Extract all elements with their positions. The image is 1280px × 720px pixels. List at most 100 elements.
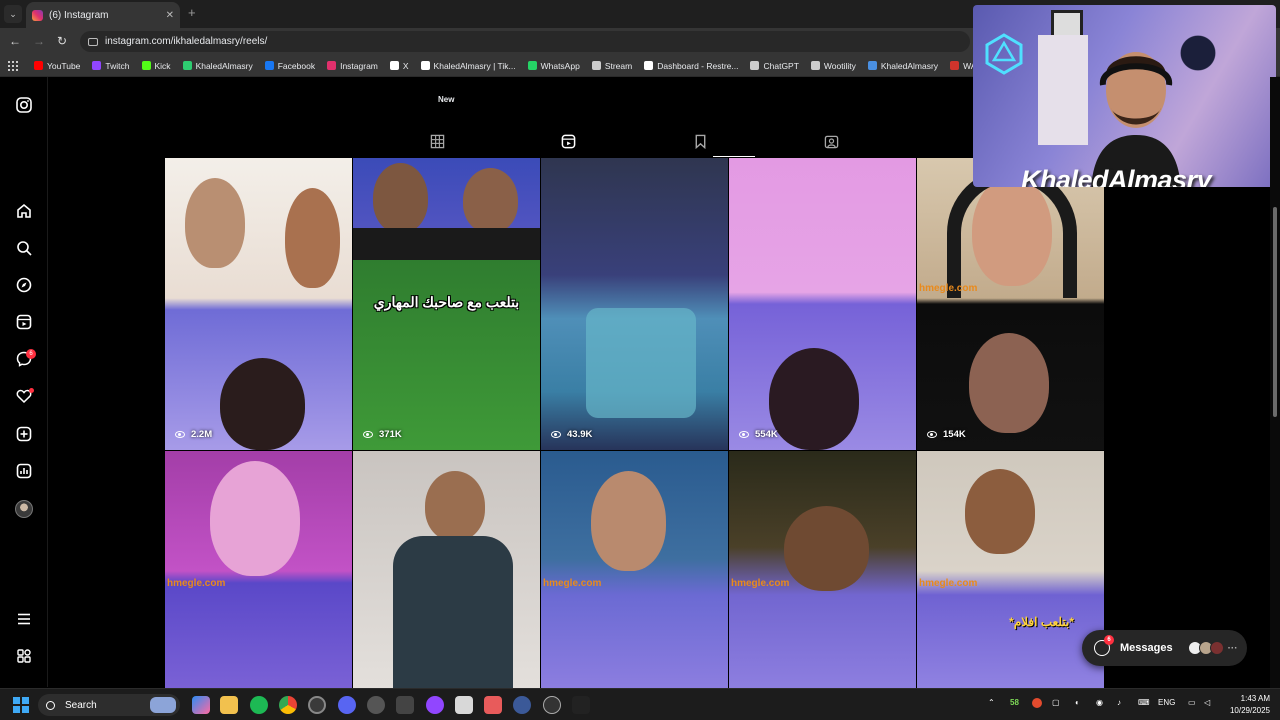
browser-tab-active[interactable]: (6) Instagram ✕ bbox=[26, 2, 180, 28]
discord-icon[interactable] bbox=[338, 696, 356, 714]
bookmark-chatgpt[interactable]: ChatGPT bbox=[750, 60, 799, 71]
bookmark-favicon-icon bbox=[527, 61, 537, 70]
bookmark-youtube[interactable]: YouTube bbox=[34, 61, 80, 71]
messages-button[interactable]: 6 Messages ··· bbox=[1082, 630, 1247, 666]
tray-app-icon[interactable]: ◐ bbox=[1075, 698, 1080, 707]
back-button[interactable]: ← bbox=[9, 34, 21, 48]
bookmark-favicon-icon bbox=[264, 61, 274, 70]
tray-mic-icon[interactable]: ♪ bbox=[1117, 698, 1121, 707]
omegle-watermark: hmegle.com bbox=[167, 578, 226, 589]
reels-icon[interactable] bbox=[16, 314, 32, 330]
active-tab-indicator bbox=[713, 156, 755, 157]
tab-search-button[interactable]: ⌄ bbox=[4, 5, 22, 23]
bookmark-khaledalmasry-tik[interactable]: KhaledAlmasry | Tik... bbox=[420, 61, 516, 71]
tray-discord-icon[interactable]: ◉ bbox=[1096, 698, 1103, 707]
reel-item[interactable]: 554K bbox=[729, 158, 916, 450]
spotify-icon[interactable] bbox=[250, 696, 268, 714]
reel-item[interactable]: hmegle.com bbox=[541, 451, 728, 688]
file-explorer-icon[interactable] bbox=[220, 696, 238, 714]
volume-icon[interactable]: ◁ bbox=[1204, 698, 1210, 707]
also-from-meta-icon[interactable] bbox=[16, 648, 32, 664]
apps-grid-icon[interactable] bbox=[8, 60, 18, 71]
posts-grid-tab-icon[interactable] bbox=[430, 134, 446, 150]
address-bar[interactable]: instagram.com/ikhaledalmasry/reels/ bbox=[80, 31, 970, 52]
reel-item[interactable]: hmegle.com 154K bbox=[917, 158, 1104, 450]
reload-button[interactable]: ↻ bbox=[57, 34, 67, 48]
tray-app-icon[interactable] bbox=[1032, 698, 1042, 708]
bookmark-label: ChatGPT bbox=[763, 60, 799, 71]
taskbar-search[interactable]: Search bbox=[38, 694, 180, 716]
windows-start-icon[interactable] bbox=[13, 697, 29, 713]
copilot-icon[interactable] bbox=[192, 696, 210, 714]
bookmark-dashboard-restre[interactable]: Dashboard - Restre... bbox=[644, 61, 738, 71]
bookmark-label: KhaledAlmasry bbox=[195, 60, 253, 71]
profile-avatar[interactable] bbox=[15, 500, 33, 518]
bookmark-kick[interactable]: Kick bbox=[141, 60, 171, 71]
close-tab-icon[interactable]: ✕ bbox=[166, 10, 174, 21]
taskbar-search-label: Search bbox=[65, 699, 97, 711]
app-icon[interactable] bbox=[367, 696, 385, 714]
app-icon[interactable] bbox=[455, 696, 473, 714]
bookmark-twitch[interactable]: Twitch bbox=[92, 61, 130, 71]
bookmark-whatsapp[interactable]: WhatsApp bbox=[527, 61, 580, 71]
reel-item[interactable]: 43.9K bbox=[541, 158, 728, 450]
bookmark-x[interactable]: X bbox=[389, 61, 409, 71]
reel-item[interactable]: hmegle.com bbox=[165, 451, 352, 688]
app-icon[interactable] bbox=[484, 696, 502, 714]
system-clock[interactable]: 1:43 AM 10/29/2025 bbox=[1222, 693, 1270, 717]
app-icon[interactable] bbox=[426, 696, 444, 714]
saved-tab-icon[interactable] bbox=[693, 134, 709, 150]
messages-count-badge: 6 bbox=[26, 349, 36, 359]
more-menu-icon[interactable] bbox=[16, 611, 32, 627]
app-icon[interactable] bbox=[513, 696, 531, 714]
reel-item[interactable]: hmegle.com bbox=[729, 451, 916, 688]
new-tab-button[interactable]: + bbox=[188, 5, 196, 20]
tagged-tab-icon[interactable] bbox=[824, 134, 840, 150]
search-icon[interactable] bbox=[16, 240, 32, 256]
reel-caption: بتلعب مع صاحبك المهاري bbox=[373, 294, 520, 310]
more-dots-icon: ··· bbox=[1227, 642, 1238, 654]
reel-item[interactable] bbox=[353, 451, 540, 688]
scrollbar-thumb[interactable] bbox=[1273, 207, 1277, 417]
chrome-icon[interactable] bbox=[279, 696, 297, 714]
highlight-new-label[interactable]: New bbox=[438, 95, 454, 104]
network-icon[interactable]: ▭ bbox=[1188, 698, 1196, 707]
create-plus-icon[interactable] bbox=[16, 426, 32, 442]
reel-views: 2.2M bbox=[175, 429, 212, 440]
app-icon[interactable] bbox=[543, 696, 561, 714]
bookmark-favicon-icon bbox=[644, 61, 654, 70]
page-scrollbar[interactable] bbox=[1270, 77, 1280, 688]
tray-keyboard-icon[interactable]: ⌨ bbox=[1138, 698, 1150, 707]
instagram-favicon-icon bbox=[32, 9, 43, 21]
bookmark-label: Kick bbox=[154, 60, 171, 71]
forward-button[interactable]: → bbox=[33, 34, 45, 48]
bookmark-favicon-icon bbox=[389, 61, 399, 70]
reel-item[interactable]: hmegle.com *بتلعب افلام* bbox=[917, 451, 1104, 688]
app-icon[interactable] bbox=[572, 696, 590, 714]
bookmark-facebook[interactable]: Facebook bbox=[264, 61, 315, 71]
bookmark-wootility[interactable]: Wootility bbox=[810, 61, 856, 71]
instagram-sidebar: 6 bbox=[0, 77, 48, 687]
language-indicator[interactable]: ENG bbox=[1158, 698, 1175, 707]
reels-grid: 2.2M بتلعب مع صاحبك المهاري 371K 43.9K 5… bbox=[165, 158, 1105, 688]
instagram-logo-icon[interactable] bbox=[16, 97, 32, 113]
obs-icon[interactable] bbox=[308, 696, 326, 714]
bookmark-khaledalmasry[interactable]: KhaledAlmasry bbox=[182, 60, 253, 71]
bookmark-khaledalmasry[interactable]: KhaledAlmasry bbox=[867, 61, 938, 71]
bookmark-instagram[interactable]: Instagram bbox=[327, 61, 378, 71]
explore-compass-icon[interactable] bbox=[16, 277, 32, 293]
site-info-icon[interactable] bbox=[88, 37, 98, 46]
tray-counter: 58 bbox=[1010, 698, 1019, 707]
home-icon[interactable] bbox=[16, 203, 32, 219]
reel-item[interactable]: 2.2M bbox=[165, 158, 352, 450]
tray-app-icon[interactable]: ▢ bbox=[1052, 698, 1060, 707]
reel-views: 154K bbox=[927, 429, 966, 440]
reels-tab-icon[interactable] bbox=[561, 134, 577, 150]
bookmark-label: YouTube bbox=[47, 60, 81, 71]
reel-item[interactable]: بتلعب مع صاحبك المهاري 371K bbox=[353, 158, 540, 450]
bookmark-favicon-icon bbox=[92, 61, 102, 70]
app-icon[interactable] bbox=[396, 696, 414, 714]
dashboard-chart-icon[interactable] bbox=[16, 463, 32, 479]
bookmark-stream[interactable]: Stream bbox=[591, 61, 632, 71]
tray-overflow-icon[interactable]: ⌃ bbox=[988, 698, 995, 707]
